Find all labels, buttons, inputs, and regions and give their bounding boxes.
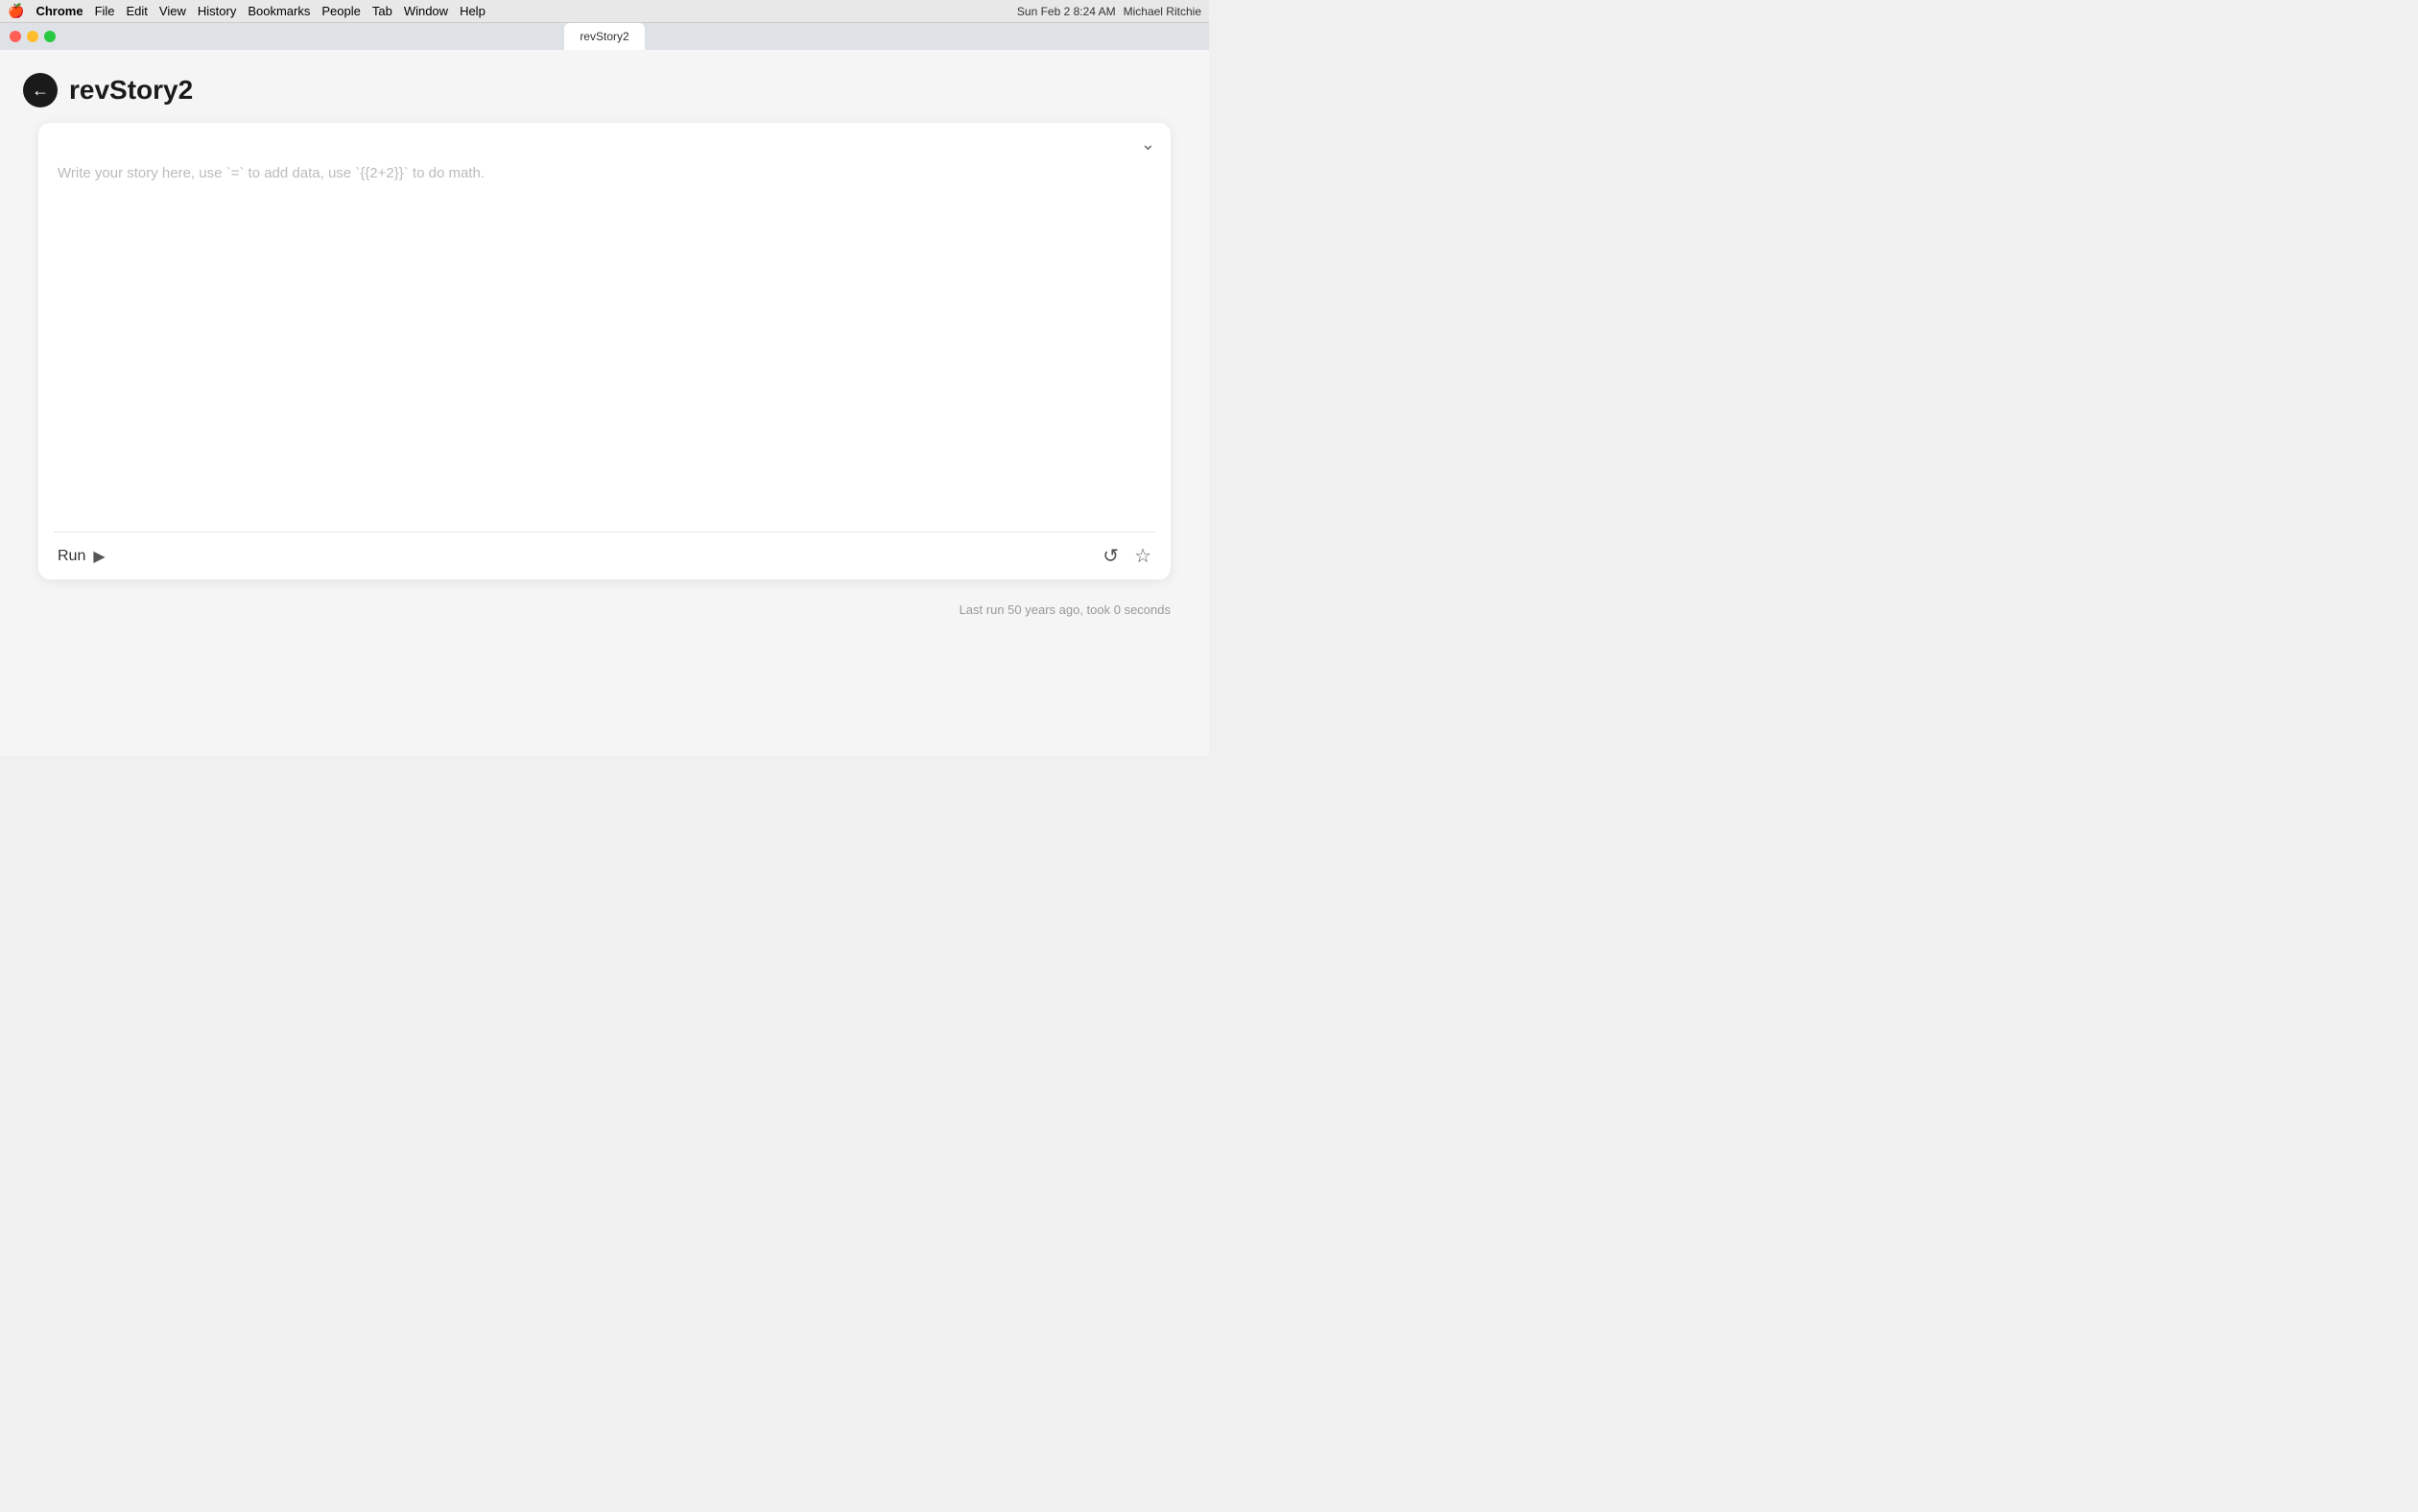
menu-tab[interactable]: Tab [372, 4, 392, 18]
browser-tab[interactable]: revStory2 [564, 23, 644, 50]
menubar-time: Sun Feb 2 8:24 AM [1017, 5, 1116, 18]
run-button[interactable]: Run ▶ [58, 547, 106, 566]
page-header: ← revStory2 [0, 50, 1209, 123]
story-textarea[interactable] [58, 162, 1151, 508]
page-title: revStory2 [69, 75, 193, 106]
last-run-text: Last run 50 years ago, took 0 seconds [0, 595, 1209, 617]
menu-edit[interactable]: Edit [127, 4, 148, 18]
traffic-light-maximize[interactable] [44, 31, 56, 42]
run-play-icon: ▶ [93, 547, 105, 566]
traffic-light-minimize[interactable] [27, 31, 38, 42]
story-card: ⌄ Run ▶ ↺ ☆ [38, 123, 1171, 579]
back-button[interactable]: ← [23, 73, 58, 107]
menu-history[interactable]: History [198, 4, 236, 18]
apple-icon[interactable]: 🍎 [8, 3, 24, 19]
footer-icons: ↺ ☆ [1102, 544, 1151, 568]
chrome-titlebar: revStory2 [0, 23, 1209, 50]
story-card-footer: Run ▶ ↺ ☆ [38, 532, 1171, 579]
menu-people[interactable]: People [321, 4, 360, 18]
menu-file[interactable]: File [95, 4, 115, 18]
run-button-label: Run [58, 548, 85, 565]
menu-chrome[interactable]: Chrome [36, 4, 83, 18]
back-arrow-icon: ← [32, 82, 49, 99]
menubar-left: 🍎 Chrome File Edit View History Bookmark… [8, 3, 486, 19]
story-textarea-wrapper [38, 162, 1171, 532]
menubar-user: Michael Ritchie [1124, 5, 1201, 18]
menu-bookmarks[interactable]: Bookmarks [248, 4, 310, 18]
traffic-lights [10, 31, 56, 42]
traffic-light-close[interactable] [10, 31, 21, 42]
story-card-header: ⌄ [38, 123, 1171, 162]
menu-help[interactable]: Help [460, 4, 486, 18]
menu-window[interactable]: Window [404, 4, 448, 18]
star-button[interactable]: ☆ [1134, 544, 1151, 568]
menubar-right: Sun Feb 2 8:24 AM Michael Ritchie [1017, 5, 1201, 18]
refresh-button[interactable]: ↺ [1102, 544, 1119, 568]
menu-view[interactable]: View [159, 4, 186, 18]
page-content: ← revStory2 ⌄ Run ▶ ↺ ☆ Last run 50 year [0, 50, 1209, 756]
menubar: 🍎 Chrome File Edit View History Bookmark… [0, 0, 1209, 23]
chevron-down-icon[interactable]: ⌄ [1141, 134, 1155, 154]
tab-title-text: revStory2 [580, 30, 628, 43]
